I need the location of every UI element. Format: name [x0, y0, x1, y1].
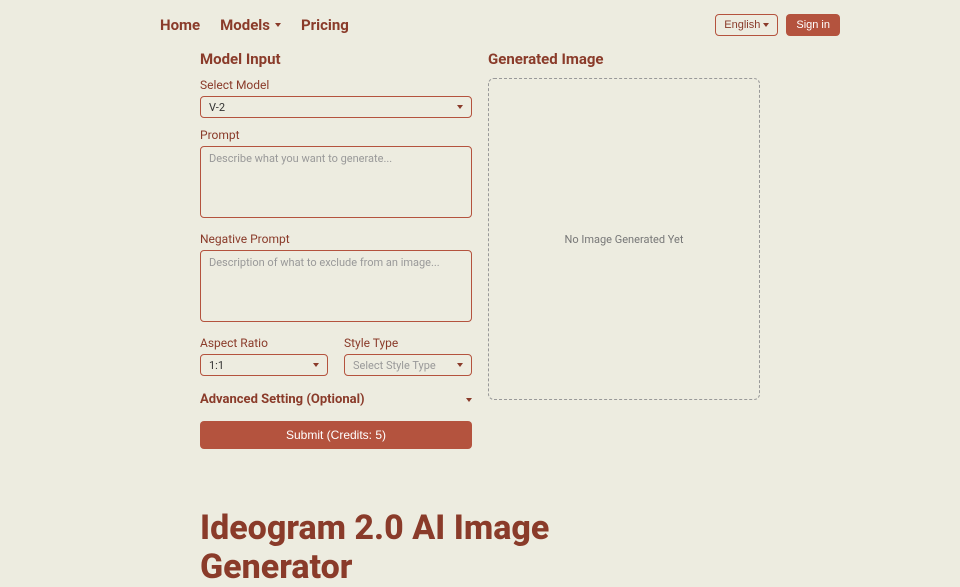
nav-models[interactable]: Models [220, 16, 281, 34]
chevron-down-icon [763, 23, 769, 27]
chevron-down-icon [313, 363, 319, 367]
model-input-title: Model Input [200, 50, 472, 68]
select-model-field: Select Model V-2 [200, 78, 472, 118]
prompt-input[interactable] [200, 146, 472, 218]
select-model-label: Select Model [200, 78, 472, 92]
prompt-label: Prompt [200, 128, 472, 142]
generated-image-box: No Image Generated Yet [488, 78, 760, 400]
main-content: Model Input Select Model V-2 Prompt Nega… [0, 50, 960, 449]
style-type-dropdown[interactable]: Select Style Type [344, 354, 472, 376]
advanced-settings-label: Advanced Setting (Optional) [200, 392, 365, 407]
nav-models-label: Models [220, 16, 270, 34]
ratio-style-row: Aspect Ratio 1:1 Style Type Select Style… [200, 336, 472, 386]
topbar-right: English Sign in [715, 14, 840, 36]
aspect-ratio-value: 1:1 [209, 359, 224, 372]
hero-section: Ideogram 2.0 AI Image Generator [0, 449, 960, 587]
select-model-value: V-2 [209, 101, 225, 114]
nav-home[interactable]: Home [160, 16, 200, 34]
topbar: Home Models Pricing English Sign in [0, 0, 960, 50]
generated-image-title: Generated Image [488, 50, 760, 68]
aspect-ratio-label: Aspect Ratio [200, 336, 328, 350]
model-input-panel: Model Input Select Model V-2 Prompt Nega… [200, 50, 472, 449]
generated-image-panel: Generated Image No Image Generated Yet [488, 50, 760, 449]
nav: Home Models Pricing [160, 16, 349, 34]
select-model-dropdown[interactable]: V-2 [200, 96, 472, 118]
style-type-placeholder: Select Style Type [353, 359, 436, 372]
aspect-ratio-dropdown[interactable]: 1:1 [200, 354, 328, 376]
style-type-field: Style Type Select Style Type [344, 336, 472, 376]
signin-button[interactable]: Sign in [786, 14, 840, 36]
chevron-down-icon [457, 363, 463, 367]
negative-prompt-field: Negative Prompt [200, 232, 472, 326]
style-type-label: Style Type [344, 336, 472, 350]
submit-button[interactable]: Submit (Credits: 5) [200, 421, 472, 449]
hero-title: Ideogram 2.0 AI Image Generator [200, 509, 620, 587]
negative-prompt-label: Negative Prompt [200, 232, 472, 246]
no-image-text: No Image Generated Yet [565, 233, 684, 246]
chevron-down-icon [275, 23, 281, 27]
prompt-field: Prompt [200, 128, 472, 222]
nav-pricing[interactable]: Pricing [301, 16, 349, 34]
advanced-settings-toggle[interactable]: Advanced Setting (Optional) [200, 392, 472, 407]
chevron-down-icon [457, 105, 463, 109]
language-selector[interactable]: English [715, 14, 778, 36]
aspect-ratio-field: Aspect Ratio 1:1 [200, 336, 328, 376]
chevron-down-icon [466, 398, 472, 402]
negative-prompt-input[interactable] [200, 250, 472, 322]
language-label: English [724, 19, 760, 31]
